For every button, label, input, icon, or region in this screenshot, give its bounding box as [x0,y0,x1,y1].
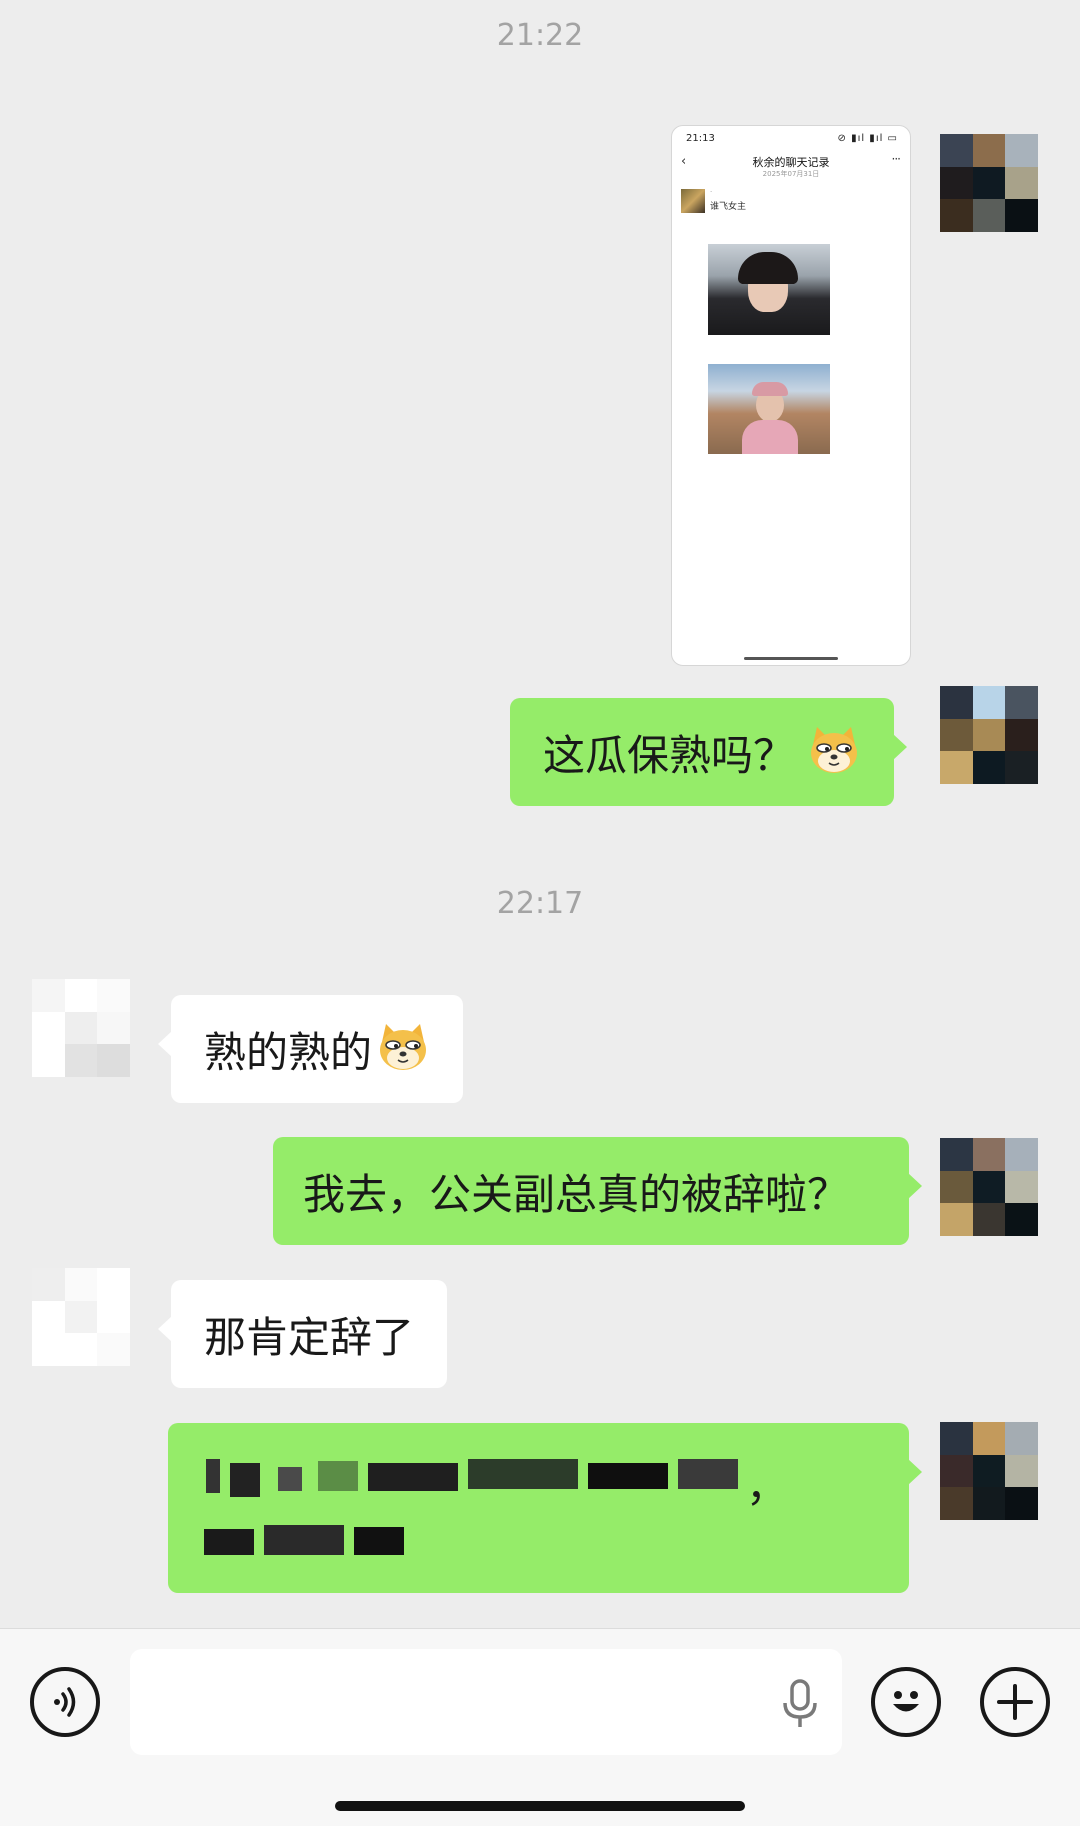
my-avatar[interactable] [940,686,1038,784]
obscured-text [678,1459,738,1489]
contact-avatar[interactable] [32,979,130,1077]
doge-emoji-icon [380,1024,427,1070]
obscured-text [588,1463,668,1489]
preview-more-icon: ··· [891,152,902,166]
plus-icon[interactable] [980,1667,1050,1737]
preview-photo-2 [708,364,830,454]
timestamp: 21:22 [496,18,584,53]
message-text: 那肯定辞了 [204,1312,415,1362]
message-bubble-received[interactable]: 熟的熟的 [157,995,464,1103]
message-bubble-sent[interactable]: 这瓜保熟吗？ [510,698,908,806]
timestamp: 22:17 [496,886,584,921]
microphone-icon[interactable] [780,1679,820,1729]
message-bubble-received[interactable]: 那肯定辞了 [157,1280,448,1388]
message-text-visible-part: ， [746,1462,789,1511]
preview-avatar [681,189,705,213]
input-bar [0,1628,1080,1826]
message-input[interactable] [130,1649,842,1755]
message-text: 我去，公关副总真的被辞啦？ [303,1169,850,1219]
obscured-text [264,1525,344,1555]
preview-photo-1 [708,244,830,335]
preview-status-time: 21:13 [686,133,715,144]
obscured-text [278,1467,302,1491]
my-avatar[interactable] [940,1422,1038,1520]
home-indicator [335,1801,745,1811]
screenshot-image-message[interactable]: 21:13 ⊘ ▮ıl ▮ıl ▭ ‹ 秋余的聊天记录 2025年07月31日 … [671,125,911,666]
obscured-text [318,1461,358,1491]
obscured-text [230,1463,260,1497]
my-avatar[interactable] [940,1138,1038,1236]
obscured-text [206,1459,220,1493]
message-bubble-sent-obscured[interactable]: ， [168,1423,922,1593]
obscured-text [368,1463,458,1491]
preview-status-icons: ⊘ ▮ıl ▮ıl ▭ [837,133,898,144]
obscured-text [468,1459,578,1489]
doge-emoji-icon [811,727,858,773]
preview-sender: · [710,188,713,196]
preview-first-message: 谁飞女主 [710,202,747,212]
message-text: 熟的熟的 [204,1027,373,1077]
my-avatar[interactable] [940,134,1038,232]
preview-title: 秋余的聊天记录 [752,156,830,169]
emoji-icon[interactable] [871,1667,941,1737]
message-text: 这瓜保熟吗？ [543,730,796,780]
preview-home-indicator [744,657,838,660]
voice-icon[interactable] [30,1667,100,1737]
message-bubble-sent[interactable]: 我去，公关副总真的被辞啦？ [273,1137,922,1245]
preview-date: 2025年07月31日 [762,170,820,178]
obscured-text [354,1527,404,1555]
contact-avatar[interactable] [32,1268,130,1366]
obscured-text [204,1529,254,1555]
